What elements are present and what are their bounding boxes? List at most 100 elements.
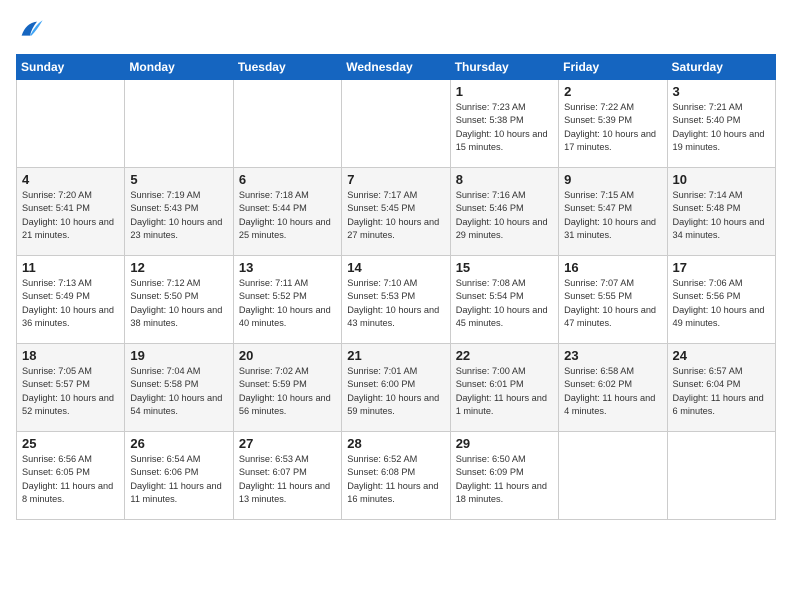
day-detail: Sunrise: 7:18 AM Sunset: 5:44 PM Dayligh… <box>239 189 336 242</box>
day-detail: Sunrise: 6:52 AM Sunset: 6:08 PM Dayligh… <box>347 453 444 506</box>
day-number: 4 <box>22 172 119 187</box>
day-number: 26 <box>130 436 227 451</box>
calendar-cell: 25 Sunrise: 6:56 AM Sunset: 6:05 PM Dayli… <box>17 432 125 520</box>
day-detail: Sunrise: 7:12 AM Sunset: 5:50 PM Dayligh… <box>130 277 227 330</box>
calendar-cell: 27 Sunrise: 6:53 AM Sunset: 6:07 PM Dayli… <box>233 432 341 520</box>
logo <box>16 16 48 44</box>
calendar-cell <box>559 432 667 520</box>
day-detail: Sunrise: 7:16 AM Sunset: 5:46 PM Dayligh… <box>456 189 553 242</box>
calendar-cell: 29Sunrise: 6:50 AM Sunset: 6:09 PM Dayli… <box>450 432 558 520</box>
calendar-cell: 5 Sunrise: 7:19 AM Sunset: 5:43 PM Daylig… <box>125 168 233 256</box>
calendar-cell: 8 Sunrise: 7:16 AM Sunset: 5:46 PM Daylig… <box>450 168 558 256</box>
day-detail: Sunrise: 7:20 AM Sunset: 5:41 PM Dayligh… <box>22 189 119 242</box>
day-detail: Sunrise: 7:05 AM Sunset: 5:57 PM Dayligh… <box>22 365 119 418</box>
day-detail: Sunrise: 7:11 AM Sunset: 5:52 PM Dayligh… <box>239 277 336 330</box>
day-header-monday: Monday <box>125 55 233 80</box>
day-detail: Sunrise: 6:56 AM Sunset: 6:05 PM Dayligh… <box>22 453 119 506</box>
calendar-cell: 28 Sunrise: 6:52 AM Sunset: 6:08 PM Dayli… <box>342 432 450 520</box>
calendar-cell <box>233 80 341 168</box>
calendar-week-3: 11 Sunrise: 7:13 AM Sunset: 5:49 PM Dayli… <box>17 256 776 344</box>
day-header-friday: Friday <box>559 55 667 80</box>
calendar-cell: 21 Sunrise: 7:01 AM Sunset: 6:00 PM Dayli… <box>342 344 450 432</box>
day-number: 6 <box>239 172 336 187</box>
page-header <box>16 16 776 44</box>
calendar-cell: 19 Sunrise: 7:04 AM Sunset: 5:58 PM Dayli… <box>125 344 233 432</box>
day-number: 15 <box>456 260 553 275</box>
day-detail: Sunrise: 7:17 AM Sunset: 5:45 PM Dayligh… <box>347 189 444 242</box>
day-number: 5 <box>130 172 227 187</box>
logo-bird-icon <box>16 16 44 44</box>
calendar-week-4: 18 Sunrise: 7:05 AM Sunset: 5:57 PM Dayli… <box>17 344 776 432</box>
calendar-cell: 13 Sunrise: 7:11 AM Sunset: 5:52 PM Dayli… <box>233 256 341 344</box>
day-detail: Sunrise: 7:21 AM Sunset: 5:40 PM Dayligh… <box>673 101 770 154</box>
calendar-cell: 20 Sunrise: 7:02 AM Sunset: 5:59 PM Dayli… <box>233 344 341 432</box>
day-number: 29 <box>456 436 553 451</box>
day-detail: Sunrise: 7:22 AM Sunset: 5:39 PM Dayligh… <box>564 101 661 154</box>
calendar-week-5: 25 Sunrise: 6:56 AM Sunset: 6:05 PM Dayli… <box>17 432 776 520</box>
day-number: 17 <box>673 260 770 275</box>
calendar-week-1: 1 Sunrise: 7:23 AM Sunset: 5:38 PM Daylig… <box>17 80 776 168</box>
day-detail: Sunrise: 7:07 AM Sunset: 5:55 PM Dayligh… <box>564 277 661 330</box>
day-detail: Sunrise: 7:19 AM Sunset: 5:43 PM Dayligh… <box>130 189 227 242</box>
day-number: 22 <box>456 348 553 363</box>
day-detail: Sunrise: 7:14 AM Sunset: 5:48 PM Dayligh… <box>673 189 770 242</box>
day-detail: Sunrise: 7:02 AM Sunset: 5:59 PM Dayligh… <box>239 365 336 418</box>
day-number: 18 <box>22 348 119 363</box>
day-number: 23 <box>564 348 661 363</box>
day-detail: Sunrise: 7:08 AM Sunset: 5:54 PM Dayligh… <box>456 277 553 330</box>
day-header-saturday: Saturday <box>667 55 775 80</box>
day-header-tuesday: Tuesday <box>233 55 341 80</box>
calendar-cell: 14Sunrise: 7:10 AM Sunset: 5:53 PM Dayli… <box>342 256 450 344</box>
day-detail: Sunrise: 6:57 AM Sunset: 6:04 PM Dayligh… <box>673 365 770 418</box>
day-number: 7 <box>347 172 444 187</box>
calendar-cell: 23 Sunrise: 6:58 AM Sunset: 6:02 PM Dayli… <box>559 344 667 432</box>
calendar-cell: 10 Sunrise: 7:14 AM Sunset: 5:48 PM Dayli… <box>667 168 775 256</box>
day-detail: Sunrise: 6:53 AM Sunset: 6:07 PM Dayligh… <box>239 453 336 506</box>
day-detail: Sunrise: 7:10 AM Sunset: 5:53 PM Dayligh… <box>347 277 444 330</box>
day-detail: Sunrise: 7:06 AM Sunset: 5:56 PM Dayligh… <box>673 277 770 330</box>
day-number: 28 <box>347 436 444 451</box>
day-number: 19 <box>130 348 227 363</box>
day-number: 11 <box>22 260 119 275</box>
calendar-cell: 24 Sunrise: 6:57 AM Sunset: 6:04 PM Dayli… <box>667 344 775 432</box>
day-number: 8 <box>456 172 553 187</box>
calendar-cell: 6 Sunrise: 7:18 AM Sunset: 5:44 PM Daylig… <box>233 168 341 256</box>
day-number: 13 <box>239 260 336 275</box>
day-header-wednesday: Wednesday <box>342 55 450 80</box>
calendar-cell <box>125 80 233 168</box>
day-detail: Sunrise: 7:23 AM Sunset: 5:38 PM Dayligh… <box>456 101 553 154</box>
calendar-cell: 11 Sunrise: 7:13 AM Sunset: 5:49 PM Dayli… <box>17 256 125 344</box>
calendar-cell: 12 Sunrise: 7:12 AM Sunset: 5:50 PM Dayli… <box>125 256 233 344</box>
day-detail: Sunrise: 7:13 AM Sunset: 5:49 PM Dayligh… <box>22 277 119 330</box>
day-number: 24 <box>673 348 770 363</box>
day-number: 16 <box>564 260 661 275</box>
calendar-cell: 3 Sunrise: 7:21 AM Sunset: 5:40 PM Daylig… <box>667 80 775 168</box>
calendar-table: SundayMondayTuesdayWednesdayThursdayFrid… <box>16 54 776 520</box>
calendar-cell: 17 Sunrise: 7:06 AM Sunset: 5:56 PM Dayli… <box>667 256 775 344</box>
calendar-cell: 1 Sunrise: 7:23 AM Sunset: 5:38 PM Daylig… <box>450 80 558 168</box>
day-number: 25 <box>22 436 119 451</box>
day-detail: Sunrise: 6:58 AM Sunset: 6:02 PM Dayligh… <box>564 365 661 418</box>
day-detail: Sunrise: 6:54 AM Sunset: 6:06 PM Dayligh… <box>130 453 227 506</box>
day-number: 10 <box>673 172 770 187</box>
day-number: 9 <box>564 172 661 187</box>
calendar-cell: 2Sunrise: 7:22 AM Sunset: 5:39 PM Daylig… <box>559 80 667 168</box>
calendar-cell: 9Sunrise: 7:15 AM Sunset: 5:47 PM Daylig… <box>559 168 667 256</box>
calendar-cell: 26 Sunrise: 6:54 AM Sunset: 6:06 PM Dayli… <box>125 432 233 520</box>
day-number: 20 <box>239 348 336 363</box>
calendar-cell <box>667 432 775 520</box>
calendar-cell: 18 Sunrise: 7:05 AM Sunset: 5:57 PM Dayli… <box>17 344 125 432</box>
day-number: 21 <box>347 348 444 363</box>
day-number: 1 <box>456 84 553 99</box>
calendar-cell: 4 Sunrise: 7:20 AM Sunset: 5:41 PM Daylig… <box>17 168 125 256</box>
calendar-cell: 15 Sunrise: 7:08 AM Sunset: 5:54 PM Dayli… <box>450 256 558 344</box>
calendar-cell: 7 Sunrise: 7:17 AM Sunset: 5:45 PM Daylig… <box>342 168 450 256</box>
calendar-cell <box>17 80 125 168</box>
calendar-cell: 22Sunrise: 7:00 AM Sunset: 6:01 PM Dayli… <box>450 344 558 432</box>
calendar-cell <box>342 80 450 168</box>
day-detail: Sunrise: 7:04 AM Sunset: 5:58 PM Dayligh… <box>130 365 227 418</box>
day-detail: Sunrise: 7:01 AM Sunset: 6:00 PM Dayligh… <box>347 365 444 418</box>
day-number: 12 <box>130 260 227 275</box>
day-number: 3 <box>673 84 770 99</box>
day-number: 27 <box>239 436 336 451</box>
